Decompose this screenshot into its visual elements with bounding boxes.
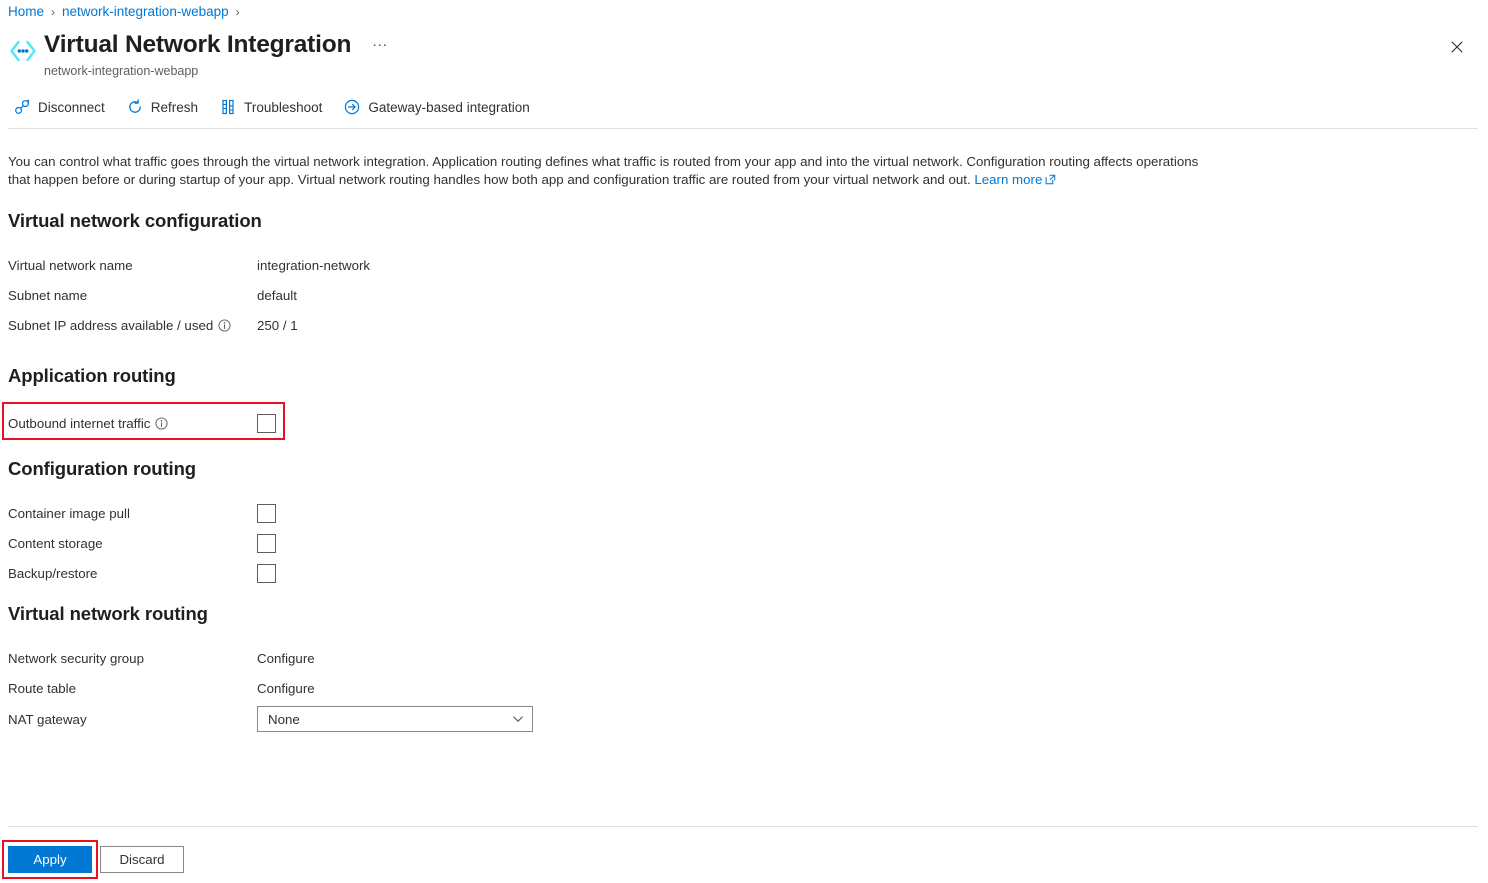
label-outbound-internet-traffic-text: Outbound internet traffic [8, 416, 150, 431]
label-subnet-ip-text: Subnet IP address available / used [8, 318, 213, 333]
close-icon[interactable] [1444, 34, 1470, 60]
row-container-image-pull: Container image pull [8, 502, 276, 524]
apply-button[interactable]: Apply [8, 846, 92, 873]
heading-application-routing: Application routing [8, 365, 176, 387]
value-virtual-network-name[interactable]: integration-network [257, 258, 370, 273]
breadcrumb-item-webapp[interactable]: network-integration-webapp [62, 4, 229, 19]
info-icon[interactable] [218, 319, 231, 332]
row-outbound-internet-traffic: Outbound internet traffic [8, 412, 276, 434]
row-subnet-name: Subnet name default [8, 285, 297, 305]
label-container-image-pull: Container image pull [8, 506, 257, 521]
heading-vnet-configuration: Virtual network configuration [8, 210, 262, 232]
gateway-based-integration-label: Gateway-based integration [368, 100, 529, 115]
label-subnet-name: Subnet name [8, 288, 257, 303]
label-route-table: Route table [8, 681, 257, 696]
value-subnet-ip-availability: 250 / 1 [257, 318, 298, 333]
label-network-security-group: Network security group [8, 651, 257, 666]
label-nat-gateway: NAT gateway [8, 712, 257, 727]
heading-configuration-routing: Configuration routing [8, 458, 196, 480]
disconnect-button[interactable]: Disconnect [14, 95, 105, 119]
more-menu-button[interactable]: … [372, 33, 390, 51]
refresh-button[interactable]: Refresh [127, 95, 198, 119]
nat-gateway-dropdown[interactable]: None [257, 706, 533, 732]
learn-more-link[interactable]: Learn more [974, 172, 1042, 187]
row-network-security-group: Network security group Configure [8, 648, 315, 668]
page-subtitle: network-integration-webapp [44, 63, 389, 79]
footer-divider [8, 826, 1478, 827]
heading-vnet-routing: Virtual network routing [8, 603, 208, 625]
row-backup-restore: Backup/restore [8, 562, 276, 584]
link-configure-network-security-group[interactable]: Configure [257, 651, 315, 666]
refresh-icon [127, 99, 143, 115]
row-virtual-network-name: Virtual network name integration-network [8, 255, 370, 275]
row-route-table: Route table Configure [8, 678, 315, 698]
label-content-storage: Content storage [8, 536, 257, 551]
gateway-based-integration-button[interactable]: Gateway-based integration [344, 95, 529, 119]
nat-gateway-selected-value: None [268, 712, 300, 727]
breadcrumb-separator: › [51, 5, 55, 19]
arrow-right-circle-icon [344, 99, 360, 115]
label-outbound-internet-traffic: Outbound internet traffic [8, 416, 257, 431]
troubleshoot-button[interactable]: Troubleshoot [220, 95, 322, 119]
intro-description: You can control what traffic goes throug… [8, 153, 1203, 188]
checkbox-outbound-internet-traffic[interactable] [257, 414, 276, 433]
value-subnet-name[interactable]: default [257, 288, 297, 303]
vnet-integration-icon [8, 36, 38, 66]
checkbox-container-image-pull[interactable] [257, 504, 276, 523]
discard-button[interactable]: Discard [100, 846, 184, 873]
label-backup-restore: Backup/restore [8, 566, 257, 581]
toolbar-divider [8, 128, 1478, 129]
title-block: Virtual Network Integration … network-in… [8, 30, 389, 79]
external-link-icon [1045, 172, 1056, 183]
troubleshoot-tools-icon [220, 99, 236, 115]
troubleshoot-label: Troubleshoot [244, 100, 322, 115]
row-content-storage: Content storage [8, 532, 276, 554]
disconnect-label: Disconnect [38, 100, 105, 115]
row-nat-gateway: NAT gateway [8, 709, 257, 729]
refresh-label: Refresh [151, 100, 198, 115]
row-subnet-ip-availability: Subnet IP address available / used 250 /… [8, 315, 298, 335]
apply-button-wrapper: Apply [8, 846, 92, 873]
footer-actions: Apply Discard [8, 846, 184, 873]
vnet-integration-blade: Home › network-integration-webapp › Virt… [0, 0, 1488, 883]
link-configure-route-table[interactable]: Configure [257, 681, 315, 696]
checkbox-backup-restore[interactable] [257, 564, 276, 583]
command-bar: Disconnect Refresh Troubleshoot [14, 95, 530, 119]
label-virtual-network-name: Virtual network name [8, 258, 257, 273]
label-subnet-ip-availability: Subnet IP address available / used [8, 318, 257, 333]
breadcrumb: Home › network-integration-webapp › [8, 4, 240, 19]
chevron-down-icon [512, 713, 524, 725]
info-icon[interactable] [155, 417, 168, 430]
checkbox-content-storage[interactable] [257, 534, 276, 553]
disconnect-plug-icon [14, 99, 30, 115]
page-title: Virtual Network Integration [44, 30, 351, 60]
breadcrumb-separator-2: › [236, 5, 240, 19]
breadcrumb-item-home[interactable]: Home [8, 4, 44, 19]
